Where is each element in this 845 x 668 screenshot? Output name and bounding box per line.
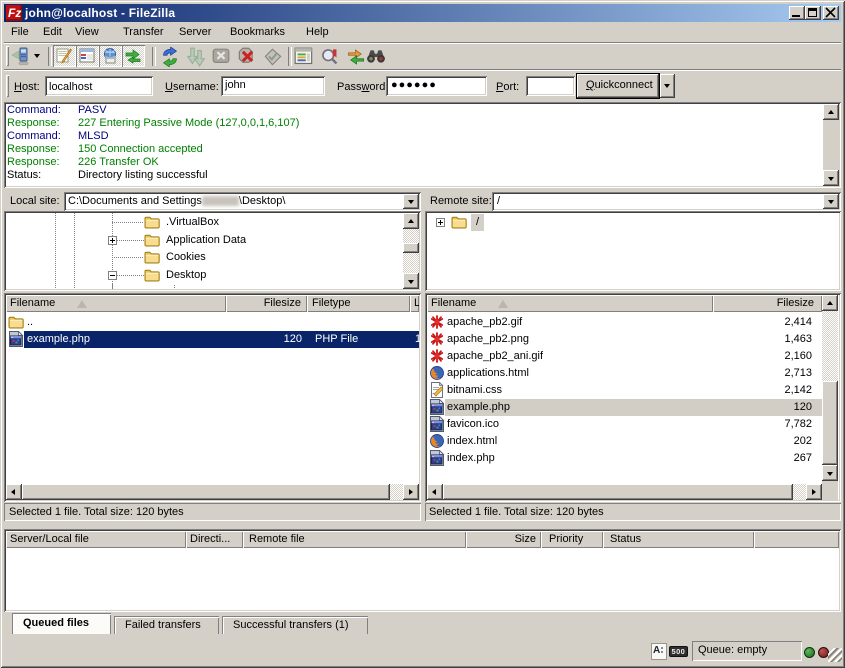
svg-text:Fz: Fz xyxy=(8,6,21,20)
